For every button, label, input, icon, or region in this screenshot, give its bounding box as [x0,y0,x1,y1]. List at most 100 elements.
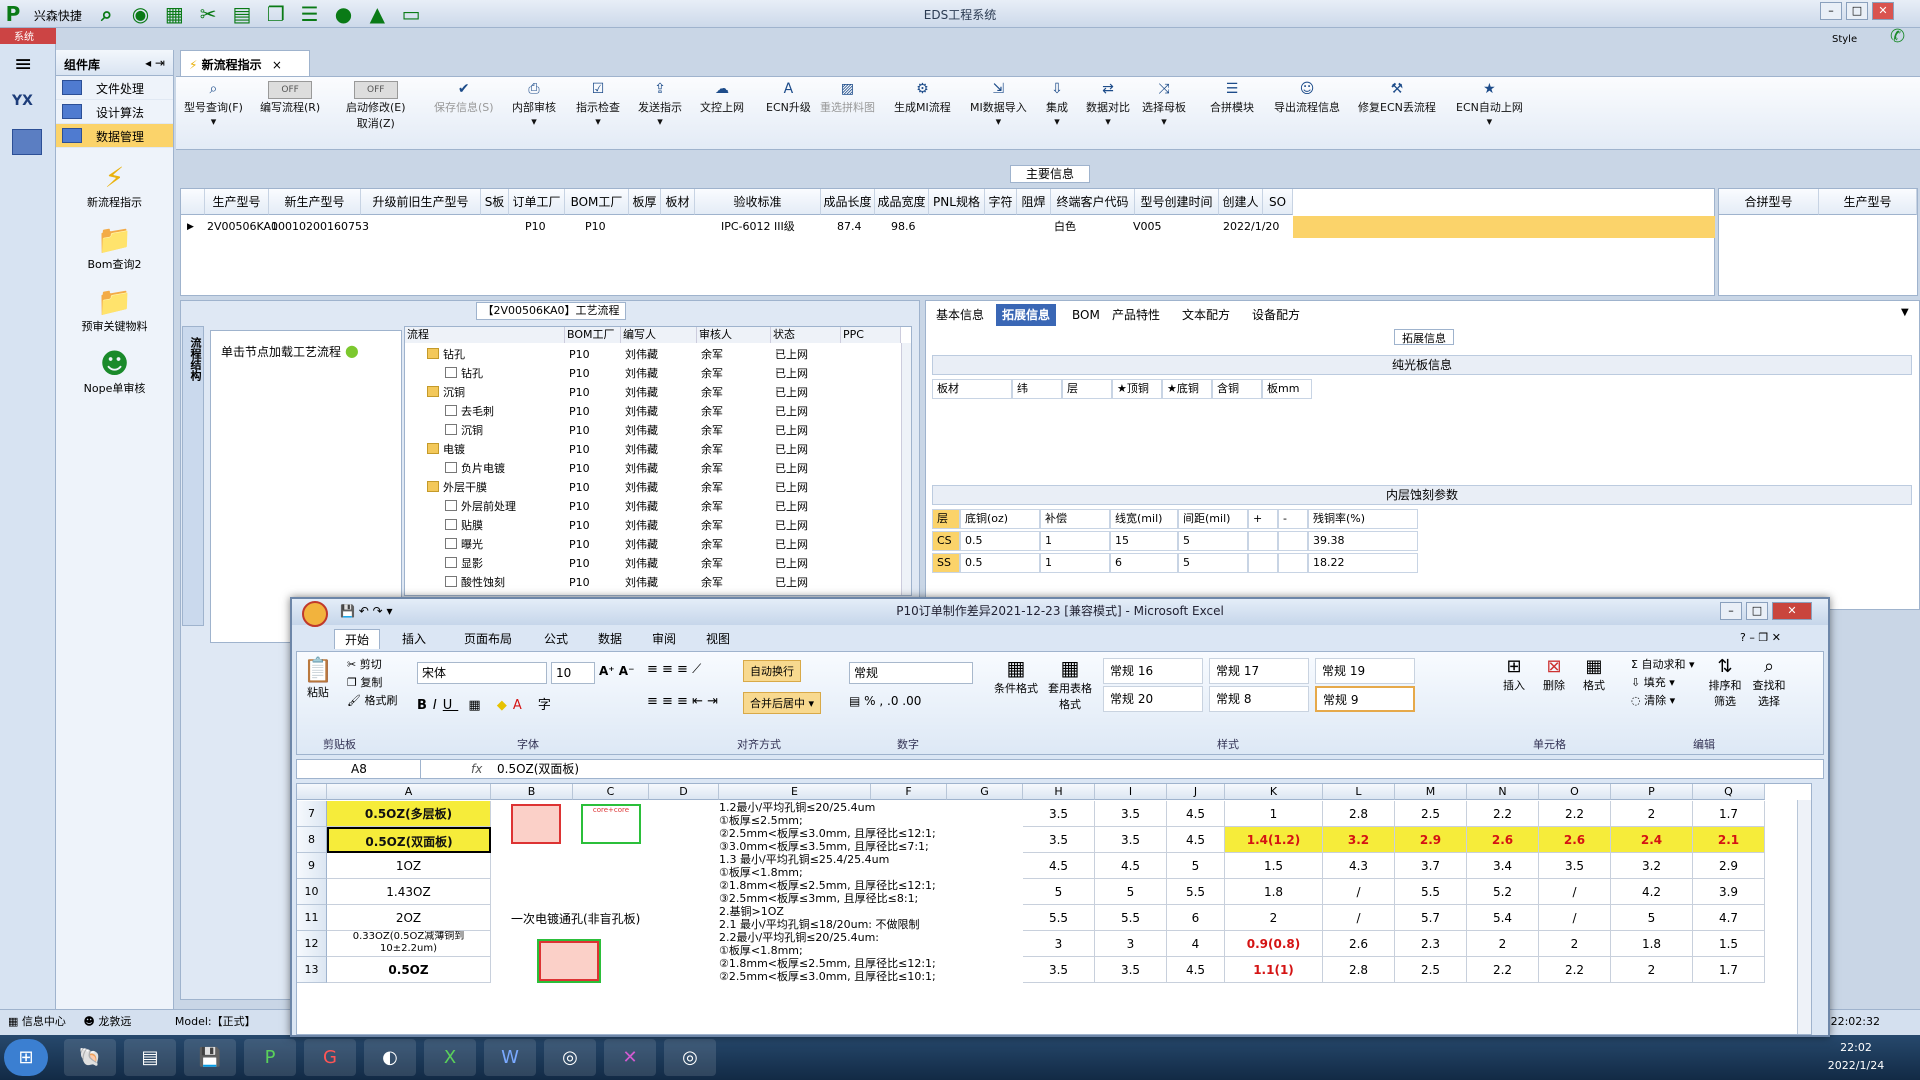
cell-value[interactable]: / [1323,905,1395,931]
cell-value[interactable]: 3.9 [1693,879,1765,905]
cell-value[interactable]: 4.5 [1167,801,1225,827]
column-header[interactable]: P [1611,784,1693,800]
style-cell[interactable]: 常规 16 [1103,658,1203,684]
mi-import-button[interactable]: ⇲ MI数据导入 ▾ [970,81,1027,128]
process-row[interactable]: 曝光 P10 刘伟藏 余军 已上网 [405,535,901,554]
col-header[interactable]: 验收标准 [695,189,821,215]
doc-online-button[interactable]: ☁ 文控上网 [700,81,744,115]
process-row[interactable]: 酸性蚀刻 P10 刘伟藏 余军 已上网 [405,573,901,592]
col-header[interactable]: SO [1263,189,1293,215]
fill-button[interactable]: ⇩ 填充 ▾ [1631,674,1694,692]
grid-cell[interactable]: 87.4 [837,216,862,238]
close-button[interactable]: ✕ [1872,2,1894,20]
font-name-select[interactable]: 宋体 [417,662,547,684]
format-cells-button[interactable]: ▦ 格式 [1583,656,1605,693]
col-header[interactable]: 订单工厂 [509,189,565,215]
integrate-button[interactable]: ⇩ 集成 ▾ [1046,81,1068,128]
cell-value[interactable]: 5.5 [1095,905,1167,931]
scrollbar[interactable] [901,343,911,595]
device-icon[interactable] [12,129,42,155]
minimize-button[interactable]: – [1820,2,1842,20]
cell-value[interactable]: 5.5 [1023,905,1095,931]
process-row[interactable]: 电镀 P10 刘伟藏 余军 已上网 [405,440,901,459]
cell-value[interactable]: 5.2 [1467,879,1539,905]
cell-value[interactable]: 2.5 [1395,801,1467,827]
col-header[interactable]: BOM工厂 [565,189,629,215]
cell-value[interactable]: 1.4(1.2) [1225,827,1323,853]
format-painter-button[interactable]: 🖌 格式刷 [347,692,397,710]
process-row[interactable]: 去毛刺 P10 刘伟藏 余军 已上网 [405,402,901,421]
row-header[interactable]: 11 [297,905,327,931]
start-button[interactable]: ⊞ [4,1039,48,1076]
cell-value[interactable]: 2 [1467,931,1539,957]
style-menu[interactable]: Style [1832,34,1857,45]
col-header[interactable]: 板材 [661,189,695,215]
ribbon-tab-layout[interactable]: 页面布局 [454,629,522,649]
grid-cell[interactable]: P10 [585,216,606,238]
cell-value[interactable]: 5 [1167,853,1225,879]
cell-value[interactable]: 3.5 [1539,853,1611,879]
sort-filter-button[interactable]: ⇅ 排序和筛选 [1705,656,1745,709]
cell-value[interactable]: 4.5 [1167,827,1225,853]
cell-value[interactable]: 4.5 [1023,853,1095,879]
nav-item-data[interactable]: 数据管理 [56,124,173,148]
process-row[interactable]: 外层干膜 P10 刘伟藏 余军 已上网 [405,478,901,497]
cell-value[interactable]: 2 [1611,801,1693,827]
cell-value[interactable]: 2.3 [1395,931,1467,957]
phone-icon[interactable]: ✆ [1890,26,1905,47]
info-center-label[interactable]: 信息中心 [22,1015,66,1028]
cell-value[interactable]: / [1323,879,1395,905]
name-box[interactable]: A8 [301,760,421,778]
process-row[interactable]: 显影 P10 刘伟藏 余军 已上网 [405,554,901,573]
tab-new-process[interactable]: ⚡ 新流程指示 × [180,50,310,76]
taskbar-eds-icon[interactable]: P [244,1039,296,1076]
column-header[interactable]: J [1167,784,1225,800]
menu-icon[interactable]: ≡ [14,52,55,77]
row-header[interactable]: 10 [297,879,327,905]
select-master-button[interactable]: ⤨ 选择母板 ▾ [1142,81,1186,128]
taskbar-excel-icon[interactable]: X [424,1039,476,1076]
column-header[interactable]: C [573,784,649,800]
col-header[interactable]: PPC [841,327,901,343]
cell-value[interactable]: 4.5 [1167,957,1225,983]
column-header[interactable]: M [1395,784,1467,800]
generate-mi-button[interactable]: ⚙ 生成MI流程 [894,81,951,115]
grid-cell[interactable]: 2V00506KA0 [207,216,278,238]
yx-module-icon[interactable]: YX [12,93,55,109]
style-cell[interactable]: 常规 19 [1315,658,1415,684]
start-modify-toggle[interactable]: OFF 启动修改(E) 取消(Z) [346,81,406,131]
instruction-check-button[interactable]: ☑ 指示检查 ▾ [576,81,620,128]
cell-value[interactable]: 5 [1023,879,1095,905]
column-header[interactable]: D [649,784,719,800]
col-header[interactable]: PNL规格 [929,189,985,215]
ecn-auto-online-button[interactable]: ★ ECN自动上网 ▾ [1456,81,1523,128]
style-cell[interactable]: 常规 17 [1209,658,1309,684]
taskbar-chat-icon[interactable]: ◐ [364,1039,416,1076]
taskbar-save-icon[interactable]: 💾 [184,1039,236,1076]
cell-value[interactable]: 3.5 [1095,827,1167,853]
col-header[interactable]: 流程 [405,327,565,343]
cell-value[interactable]: 4.2 [1611,879,1693,905]
conditional-format-button[interactable]: ▦ 条件格式 [991,656,1041,696]
cell-process-note[interactable]: ②1.8mm<板厚≤2.5mm, 且厚径比≤12:1; ②2.5mm<板厚≤3.0… [719,957,1023,983]
cell-copper-spec[interactable]: 2OZ [327,905,491,931]
nav-item-file[interactable]: 文件处理 [56,76,173,100]
cell-value[interactable]: 2 [1225,905,1323,931]
halign-buttons[interactable]: ≡ ≡ ≡ ⇤ ⇥ [647,694,718,709]
column-header[interactable]: A [327,784,491,800]
nav-item-algorithm[interactable]: 设计算法 [56,100,173,124]
valign-buttons[interactable]: ≡ ≡ ≡ ⟋ [647,662,701,677]
cell-value[interactable]: 2.2 [1539,957,1611,983]
column-header[interactable]: E [719,784,871,800]
cell-value[interactable]: 5.5 [1395,879,1467,905]
quick-access-toolbar[interactable]: 💾 ↶ ↷ ▾ [340,604,393,618]
data-compare-button[interactable]: ⇄ 数据对比 ▾ [1086,81,1130,128]
office-button[interactable] [302,601,328,627]
cell-value[interactable]: 1.7 [1693,957,1765,983]
dropdown-icon[interactable]: ▼ [1901,307,1909,318]
excel-maximize-button[interactable]: □ [1746,602,1768,620]
col-header[interactable]: 升级前旧生产型号 [361,189,481,215]
col-header[interactable]: 成品长度 [821,189,875,215]
cell-value[interactable]: 2.8 [1323,801,1395,827]
cell-value[interactable]: 3.2 [1611,853,1693,879]
